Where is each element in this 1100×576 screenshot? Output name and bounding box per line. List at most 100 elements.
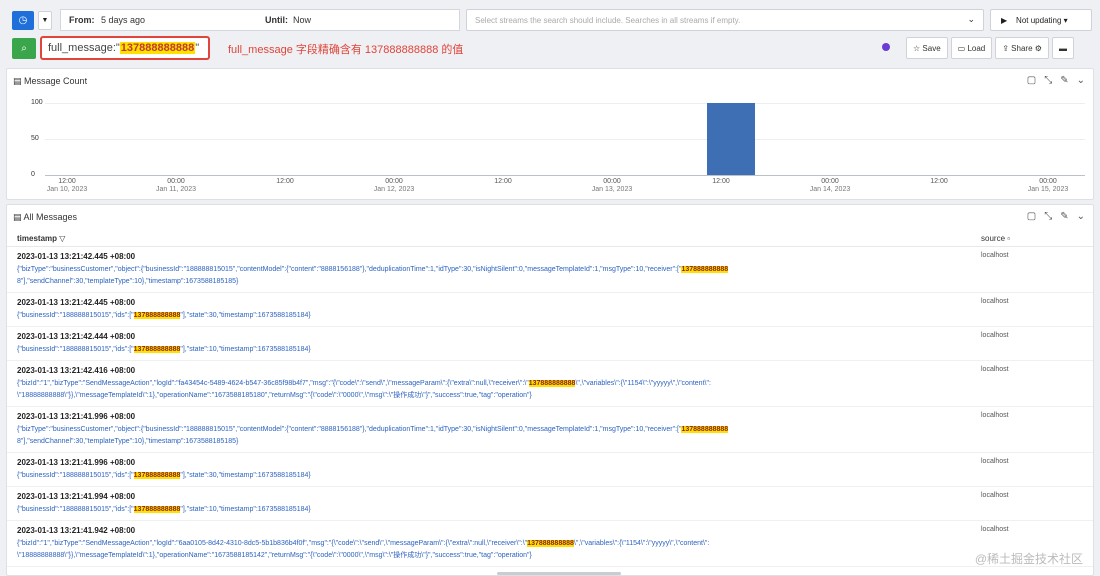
column-source[interactable]: source ▫ xyxy=(981,234,1010,243)
message-timestamp[interactable]: 2023-01-13 13:21:42.445 +08:00 xyxy=(17,298,135,307)
edit-icon[interactable]: ✎ xyxy=(1060,211,1068,222)
message-row[interactable]: 2023-01-13 13:21:41.942 +08:00 localhost {… xyxy=(7,521,1093,567)
message-line-tail: "],"state":10,"timestamp":1673588185184} xyxy=(180,346,311,353)
message-timestamp[interactable]: 2023-01-13 13:21:41.942 +08:00 xyxy=(17,526,135,535)
message-highlight: 137888888888 xyxy=(681,426,729,433)
query-prefix: full_message:" xyxy=(48,42,120,54)
chevron-down-icon: ⌄ xyxy=(967,14,975,24)
expand-icon[interactable]: ⤡ xyxy=(1044,75,1052,86)
message-line: 8"],"sendChannel":30,"templateType":10},… xyxy=(17,438,239,445)
message-source: localhost xyxy=(981,458,1009,465)
message-line: {"businessId":"188888815015","ids":[" xyxy=(17,346,134,353)
more-actions-button[interactable]: ▬ xyxy=(1051,37,1074,59)
time-range-dropdown-button[interactable]: ▼ xyxy=(38,11,52,30)
message-row[interactable]: 2023-01-13 13:21:42.445 +08:00 localhost {… xyxy=(7,247,1093,293)
message-row[interactable]: 2023-01-13 13:21:42.445 +08:00 localhost {… xyxy=(7,293,1093,327)
message-text: {"businessId":"188888815015","ids":["137… xyxy=(17,504,1067,516)
chart-bar[interactable] xyxy=(726,103,755,175)
clock-icon: ◷ xyxy=(18,15,28,26)
time-range-picker[interactable]: From: 5 days ago Until: Now xyxy=(60,9,460,31)
load-button[interactable]: ▭ Load xyxy=(950,37,993,59)
message-row[interactable]: 2023-01-13 13:21:41.996 +08:00 localhost {… xyxy=(7,407,1093,453)
time-from-value: 5 days ago xyxy=(101,15,146,25)
message-line: {"businessId":"188888815015","ids":[" xyxy=(17,472,134,479)
message-highlight: 137888888888 xyxy=(133,506,181,513)
x-tick-date: Jan 12, 2023 xyxy=(373,186,415,193)
message-highlight: 137888888888 xyxy=(527,540,574,547)
message-timestamp[interactable]: 2023-01-13 13:21:42.444 +08:00 xyxy=(17,332,135,341)
x-tick-label: 12:00 xyxy=(909,178,969,186)
menu-icon: ▬ xyxy=(1058,44,1067,53)
message-line: \"18888888888\"}},\"messageTemplateId\":… xyxy=(17,552,532,559)
all-messages-panel: ▤ All Messages ▢ ⤡ ✎ ⌄ timestamp ▽ sourc… xyxy=(6,204,1094,576)
x-tick-date: Jan 15, 2023 xyxy=(1027,186,1069,193)
stream-select-placeholder: Select streams the search should include… xyxy=(475,16,741,25)
message-row[interactable]: 2023-01-13 13:21:42.444 +08:00 localhost {… xyxy=(7,327,1093,361)
share-button[interactable]: ⇪ Share ⚙ xyxy=(995,37,1049,59)
query-highlight: 137888888888 xyxy=(119,42,196,54)
message-line-tail: \",\"variables\":{\"1154\":\"yyyyy\",\"c… xyxy=(575,380,711,387)
message-line: {"businessId":"188888815015","ids":[" xyxy=(17,506,134,513)
chevron-down-icon[interactable]: ⌄ xyxy=(1077,211,1085,222)
message-row[interactable]: 2023-01-13 13:21:41.994 +08:00 localhost {… xyxy=(7,487,1093,521)
chevron-down-icon[interactable]: ⌄ xyxy=(1077,75,1085,86)
focus-icon[interactable]: ▢ xyxy=(1027,211,1036,222)
message-line-tail: "],"state":30,"timestamp":1673588185184} xyxy=(180,472,311,479)
save-button[interactable]: ☆ Save xyxy=(906,37,948,59)
message-source: localhost xyxy=(981,366,1009,373)
stream-select[interactable]: Select streams the search should include… xyxy=(466,9,984,31)
panel-icon: ▤ xyxy=(13,76,22,86)
x-tick-date: Jan 11, 2023 xyxy=(156,186,196,193)
message-highlight: 137888888888 xyxy=(133,472,181,479)
message-line: {"businessId":"188888815015","ids":[" xyxy=(17,312,134,319)
edit-icon[interactable]: ✎ xyxy=(1060,75,1068,86)
message-timestamp[interactable]: 2023-01-13 13:21:41.996 +08:00 xyxy=(17,458,135,467)
message-line-tail: \",\"variables\":{\"1154\":\"yyyyy\",\"c… xyxy=(573,540,710,547)
focus-icon[interactable]: ▢ xyxy=(1027,75,1036,86)
time-until-label: Until: xyxy=(265,15,288,25)
search-query-input[interactable]: full_message:"137888888888" xyxy=(40,36,210,60)
horizontal-scrollbar[interactable] xyxy=(497,572,621,575)
y-tick-label: 50 xyxy=(31,135,39,142)
share-icon: ⇪ xyxy=(1002,44,1009,53)
time-until-value: Now xyxy=(293,15,312,25)
message-timestamp[interactable]: 2023-01-13 13:21:42.416 +08:00 xyxy=(17,366,135,375)
column-timestamp-label: timestamp xyxy=(17,234,58,243)
x-tick-time: 00:00 xyxy=(821,178,839,185)
message-row[interactable]: 2023-01-13 13:21:42.416 +08:00 localhost {… xyxy=(7,361,1093,407)
x-tick-time: 00:00 xyxy=(603,178,621,185)
time-range-type-button[interactable]: ◷ xyxy=(12,11,34,30)
messages-table-header: timestamp ▽ source ▫ xyxy=(7,229,1093,247)
message-timestamp[interactable]: 2023-01-13 13:21:41.996 +08:00 xyxy=(17,412,135,421)
panel-icon: ▤ xyxy=(13,212,22,222)
message-count-chart: 100 50 0 12:00 Jan 10, 2023 00:00 Jan 11, 2023… xyxy=(13,93,1085,199)
message-count-title: Message Count xyxy=(24,76,88,86)
column-source-label: source xyxy=(981,234,1006,243)
expand-icon[interactable]: ⤡ xyxy=(1044,211,1052,222)
save-label: Save xyxy=(922,44,941,53)
message-row[interactable]: 2023-01-13 13:21:41.996 +08:00 localhost {… xyxy=(7,453,1093,487)
x-tick-time: 12:00 xyxy=(494,178,512,185)
message-timestamp[interactable]: 2023-01-13 13:21:42.445 +08:00 xyxy=(17,252,135,261)
message-line-tail: "],"state":30,"timestamp":1673588185184} xyxy=(180,312,311,319)
time-from-label: From: xyxy=(69,15,95,25)
search-bar-query: ⌕ full_message:"137888888888" full_messa… xyxy=(8,36,1092,60)
query-suffix: " xyxy=(195,42,200,54)
message-line: 8"],"sendChannel":30,"templateType":10},… xyxy=(17,278,239,285)
search-actions: ☆ Save ▭ Load ⇪ Share ⚙ ▬ xyxy=(906,37,1074,59)
message-line: {"bizType":"businessCustomer","object":{… xyxy=(17,426,682,433)
message-count-panel: ▤ Message Count ▢ ⤡ ✎ ⌄ 100 50 0 12:00 Jan 1… xyxy=(6,68,1094,200)
message-source: localhost xyxy=(981,492,1009,499)
refresh-toggle-button[interactable]: ▶ Not updating ▾ xyxy=(990,9,1092,31)
sort-desc-icon: ▽ xyxy=(59,234,66,243)
search-button[interactable]: ⌕ xyxy=(12,38,36,59)
column-timestamp[interactable]: timestamp ▽ xyxy=(17,234,65,243)
message-text: {"bizId":"1","bizType":"SendMessageActio… xyxy=(17,538,1067,562)
x-tick-label: 00:00 Jan 13, 2023 xyxy=(582,178,642,194)
x-tick-label: 00:00 Jan 15, 2023 xyxy=(1018,178,1078,194)
share-label: Share xyxy=(1011,44,1033,53)
x-tick-label: 00:00 Jan 14, 2023 xyxy=(800,178,860,194)
x-tick-label: 00:00 Jan 11, 2023 xyxy=(146,178,206,194)
message-source: localhost xyxy=(981,412,1009,419)
message-timestamp[interactable]: 2023-01-13 13:21:41.994 +08:00 xyxy=(17,492,135,501)
